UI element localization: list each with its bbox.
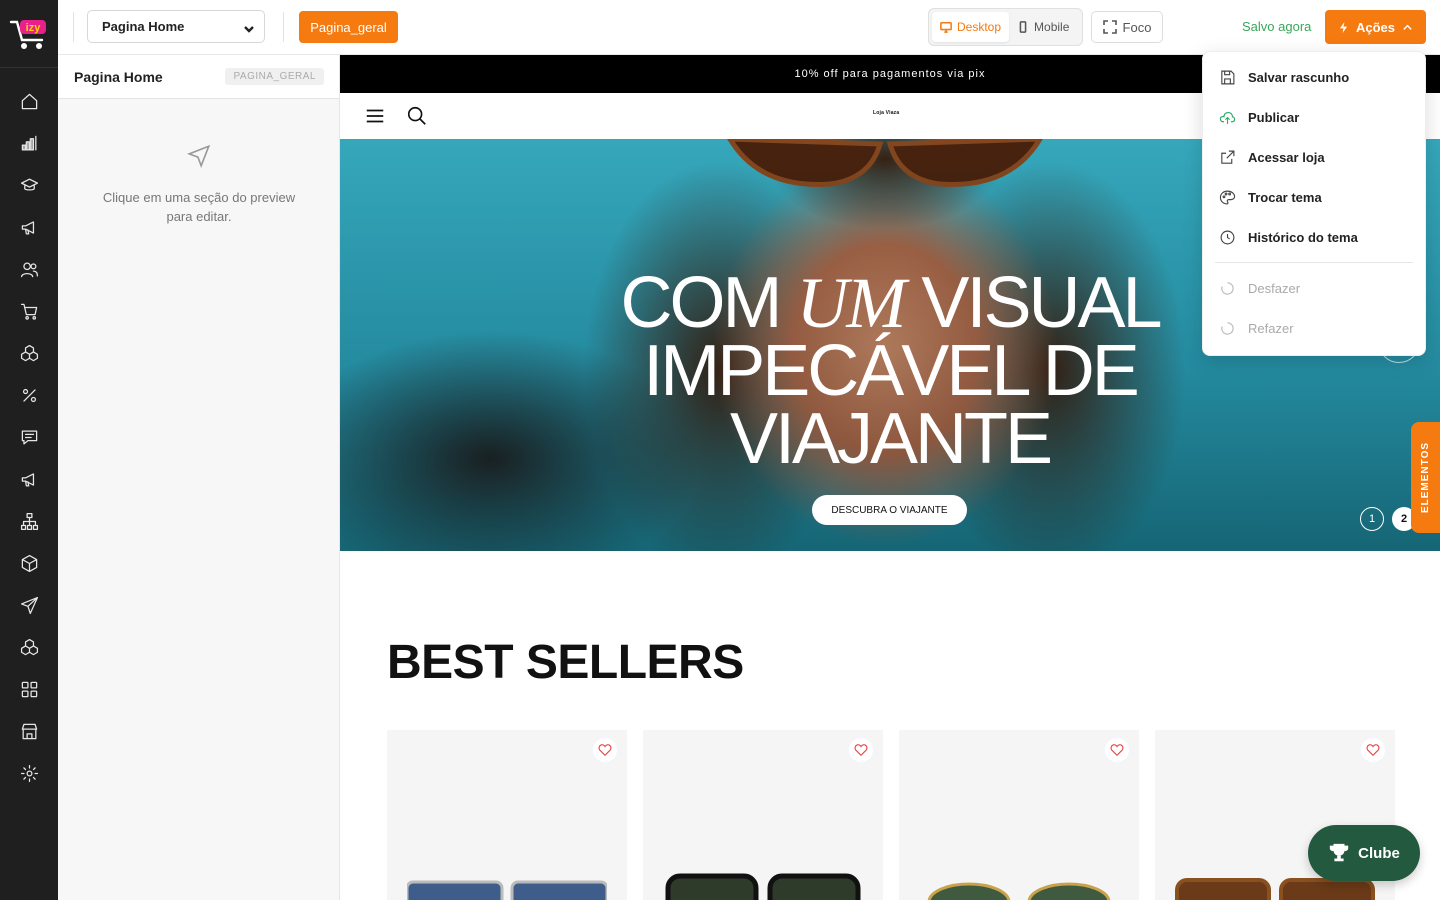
desktop-view-button[interactable]: Desktop	[932, 12, 1010, 42]
redo-item[interactable]: Refazer	[1203, 308, 1425, 348]
theme-history-label: Histórico do tema	[1248, 229, 1358, 245]
users-icon[interactable]	[0, 248, 58, 290]
trophy-icon	[1329, 843, 1349, 862]
wishlist-heart-icon[interactable]	[1361, 738, 1385, 762]
empty-state: Clique em uma seção do preview para edit…	[58, 143, 340, 226]
divider	[283, 12, 284, 42]
boxes-icon[interactable]	[0, 332, 58, 374]
undo-item[interactable]: Desfazer	[1203, 268, 1425, 308]
wishlist-heart-icon[interactable]	[849, 738, 873, 762]
hamburger-menu-icon[interactable]	[364, 105, 386, 127]
visit-store-item[interactable]: Acessar loja	[1203, 137, 1425, 177]
product-sunglasses-image	[407, 880, 607, 900]
club-button[interactable]: Clube	[1308, 825, 1420, 881]
desktop-label: Desktop	[957, 20, 1002, 34]
fullscreen-icon	[1102, 20, 1117, 34]
theme-history-item[interactable]: Histórico do tema	[1203, 217, 1425, 257]
wishlist-heart-icon[interactable]	[1105, 738, 1129, 762]
club-label: Clube	[1358, 844, 1400, 862]
product-card[interactable]	[643, 730, 883, 900]
message-icon[interactable]	[0, 416, 58, 458]
elements-tab-label: ELEMENTOS	[1420, 441, 1432, 514]
focus-button[interactable]: Foco	[1091, 11, 1163, 43]
publish-item[interactable]: Publicar	[1203, 97, 1425, 137]
sitemap-icon[interactable]	[0, 500, 58, 542]
product-sunglasses-image	[665, 873, 861, 900]
change-theme-item[interactable]: Trocar tema	[1203, 177, 1425, 217]
section-editor-panel: Pagina Home PAGINA_GERAL Clique em uma s…	[58, 55, 340, 900]
top-bar: Pagina Home Pagina_geral Desktop Mobile …	[58, 0, 1440, 55]
undo-label: Desfazer	[1248, 280, 1301, 296]
package-icon[interactable]	[0, 542, 58, 584]
actions-button[interactable]: Ações	[1325, 10, 1426, 44]
menu-divider	[1215, 262, 1413, 263]
actions-label: Ações	[1355, 19, 1396, 35]
actions-dropdown: Salvar rascunho Publicar Acessar loja Tr…	[1202, 51, 1426, 356]
product-grid	[387, 730, 1395, 900]
monitor-icon	[940, 21, 952, 33]
redo-icon	[1221, 321, 1234, 335]
phone-icon	[1019, 21, 1027, 33]
section-title[interactable]: BEST SELLERS	[387, 635, 744, 690]
redo-label: Refazer	[1248, 320, 1294, 336]
wishlist-heart-icon[interactable]	[593, 738, 617, 762]
divider	[73, 12, 74, 42]
home-icon[interactable]	[0, 80, 58, 122]
elements-tab[interactable]: ELEMENTOS	[1411, 422, 1440, 533]
settings-gear-icon[interactable]	[0, 752, 58, 794]
search-icon[interactable]	[406, 105, 428, 127]
product-card[interactable]	[899, 730, 1139, 900]
apps-grid-icon[interactable]	[0, 668, 58, 710]
product-card[interactable]	[387, 730, 627, 900]
cart-logo-icon: izy	[9, 19, 46, 49]
palette-icon	[1219, 190, 1236, 204]
izy-logo[interactable]: izy	[0, 0, 58, 68]
cloud-upload-icon	[1219, 111, 1236, 124]
percent-icon[interactable]	[0, 374, 58, 416]
bar-chart-icon[interactable]	[0, 122, 58, 164]
empty-state-hint: Clique em uma seção do preview para edit…	[102, 190, 296, 224]
mobile-label: Mobile	[1034, 20, 1070, 34]
external-link-icon	[1221, 150, 1235, 164]
campaign-icon[interactable]	[0, 458, 58, 500]
publish-label: Publicar	[1248, 109, 1300, 125]
left-rail: izy	[0, 0, 58, 900]
view-mode-toggle: Desktop Mobile	[928, 8, 1083, 46]
page-select[interactable]: Pagina Home	[87, 10, 265, 43]
clock-icon	[1220, 230, 1235, 244]
slide-dot-1[interactable]: 1	[1360, 507, 1384, 531]
hero-cta-button[interactable]: DESCUBRA O VIAJANTE	[812, 495, 967, 525]
panel-title: Pagina Home	[74, 68, 163, 85]
focus-label: Foco	[1122, 19, 1152, 35]
panel-header: Pagina Home PAGINA_GERAL	[58, 55, 339, 99]
shopping-cart-icon[interactable]	[0, 290, 58, 332]
panel-tag: PAGINA_GERAL	[225, 68, 324, 85]
undo-icon	[1221, 281, 1234, 295]
store-icon[interactable]	[0, 710, 58, 752]
save-draft-item[interactable]: Salvar rascunho	[1203, 57, 1425, 97]
send-icon[interactable]	[0, 584, 58, 626]
chevron-up-icon	[1403, 24, 1412, 30]
product-sunglasses-image	[927, 882, 1111, 900]
lightning-icon	[1339, 21, 1348, 33]
megaphone-icon[interactable]	[0, 206, 58, 248]
pointer-icon	[186, 144, 211, 169]
save-icon	[1221, 70, 1235, 84]
page-tag-button[interactable]: Pagina_geral	[299, 11, 398, 43]
chevron-down-icon	[244, 22, 254, 33]
mobile-view-button[interactable]: Mobile	[1009, 12, 1077, 42]
save-draft-label: Salvar rascunho	[1248, 69, 1350, 85]
hero-title: COM UM VISUAL IMPECÁVEL DE VIAJANTE	[570, 267, 1210, 475]
visit-store-label: Acessar loja	[1248, 149, 1325, 165]
graduation-cap-icon[interactable]	[0, 164, 58, 206]
change-theme-label: Trocar tema	[1248, 189, 1322, 205]
store-logo[interactable]: Loja Viaza	[873, 110, 899, 116]
save-status: Salvo agora	[1242, 19, 1312, 34]
page-select-value: Pagina Home	[102, 19, 185, 34]
stock-icon[interactable]	[0, 626, 58, 668]
svg-text:izy: izy	[26, 22, 42, 34]
